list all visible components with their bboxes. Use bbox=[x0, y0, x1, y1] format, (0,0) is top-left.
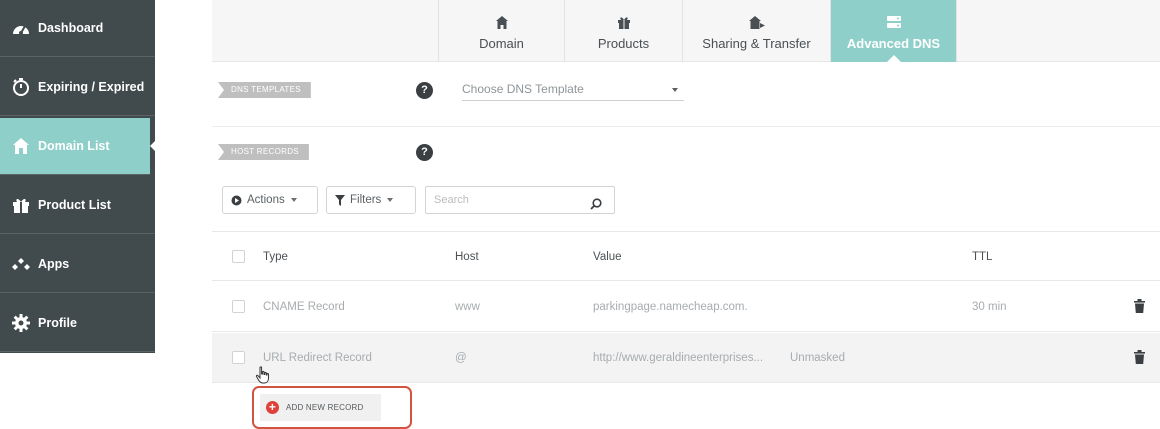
record-ttl: 30 min bbox=[972, 301, 1007, 313]
search-placeholder: Search bbox=[434, 194, 469, 206]
sidebar-item-profile[interactable]: Profile bbox=[0, 295, 155, 352]
actions-dropdown[interactable]: Actions bbox=[222, 186, 318, 214]
plus-circle-icon: + bbox=[266, 401, 279, 414]
home-icon bbox=[495, 15, 508, 29]
stopwatch-icon bbox=[10, 76, 32, 98]
tab-label: Advanced DNS bbox=[846, 36, 941, 51]
record-type: URL Redirect Record bbox=[263, 352, 372, 364]
dns-templates-tag: DNS TEMPLATES bbox=[218, 82, 311, 98]
home-icon bbox=[10, 135, 32, 157]
sidebar-item-label: Product List bbox=[38, 198, 111, 212]
search-input[interactable]: Search bbox=[425, 186, 615, 214]
tab-sharing-transfer[interactable]: Sharing & Transfer bbox=[682, 0, 830, 62]
share-house-icon bbox=[748, 15, 765, 29]
chevron-down-icon bbox=[387, 198, 394, 202]
redirect-type: Unmasked bbox=[790, 352, 845, 364]
tab-divider bbox=[956, 0, 957, 62]
trash-icon[interactable] bbox=[1134, 299, 1145, 318]
sidebar-item-expiring[interactable]: Expiring / Expired bbox=[0, 59, 155, 116]
sidebar-item-label: Domain List bbox=[38, 139, 110, 153]
section-divider bbox=[212, 126, 1160, 127]
host-records-tag: HOST RECORDS bbox=[218, 144, 309, 160]
filters-dropdown[interactable]: Filters bbox=[326, 186, 416, 214]
row-checkbox[interactable] bbox=[232, 351, 245, 364]
chevron-down-icon bbox=[290, 198, 297, 202]
chevron-down-icon bbox=[672, 88, 678, 92]
gear-icon bbox=[10, 312, 32, 334]
record-value: parkingpage.namecheap.com. bbox=[593, 301, 748, 313]
domain-tabs: Domain Products Sharing & Transfer Advan… bbox=[212, 0, 1160, 62]
record-host: @ bbox=[455, 352, 467, 364]
dashboard-gauge-icon bbox=[10, 17, 32, 39]
table-row[interactable]: CNAME Record www parkingpage.namecheap.c… bbox=[212, 282, 1160, 332]
gift-box-icon bbox=[10, 194, 32, 216]
table-header-row: Type Host Value TTL bbox=[212, 231, 1160, 281]
sidebar-item-domain-list[interactable]: Domain List bbox=[0, 118, 158, 175]
tab-advanced-dns[interactable]: Advanced DNS bbox=[830, 0, 956, 62]
dns-management-page: Dashboard Expiring / Expired Domain List… bbox=[0, 0, 1160, 429]
filters-label: Filters bbox=[350, 194, 382, 206]
dns-templates-help-icon[interactable]: ? bbox=[416, 82, 433, 99]
dns-template-select[interactable]: Choose DNS Template bbox=[462, 78, 684, 101]
tab-label: Sharing & Transfer bbox=[702, 36, 811, 51]
filter-funnel-icon bbox=[335, 194, 345, 206]
sidebar-item-label: Dashboard bbox=[38, 21, 104, 35]
tab-label: Domain bbox=[479, 36, 524, 51]
gift-box-icon bbox=[617, 15, 630, 29]
column-header-value[interactable]: Value bbox=[593, 232, 622, 282]
tab-products[interactable]: Products bbox=[564, 0, 682, 62]
add-new-record-button[interactable]: + ADD NEW RECORD bbox=[260, 394, 381, 421]
host-records-help-icon[interactable]: ? bbox=[416, 144, 433, 161]
tab-domain[interactable]: Domain bbox=[438, 0, 564, 62]
sidebar-item-apps[interactable]: Apps bbox=[0, 236, 155, 293]
sidebar-item-product-list[interactable]: Product List bbox=[0, 177, 155, 234]
row-checkbox[interactable] bbox=[232, 300, 245, 313]
column-header-ttl[interactable]: TTL bbox=[972, 232, 992, 282]
column-header-type[interactable]: Type bbox=[263, 232, 288, 282]
sidebar-item-label: Apps bbox=[38, 257, 70, 271]
actions-label: Actions bbox=[247, 194, 285, 206]
sidebar-item-dashboard[interactable]: Dashboard bbox=[0, 0, 155, 57]
actions-icon bbox=[231, 195, 242, 206]
tab-label: Products bbox=[597, 36, 650, 51]
sidebar-item-label: Profile bbox=[38, 316, 77, 330]
select-all-checkbox[interactable] bbox=[232, 250, 245, 263]
trash-icon[interactable] bbox=[1134, 350, 1145, 369]
hand-pointer-cursor-icon bbox=[255, 366, 271, 389]
search-icon[interactable] bbox=[590, 194, 602, 220]
record-type: CNAME Record bbox=[263, 301, 345, 313]
dns-template-select-value: Choose DNS Template bbox=[462, 82, 584, 96]
sidebar-item-label: Expiring / Expired bbox=[38, 80, 145, 94]
table-row[interactable]: URL Redirect Record @ http://www.geraldi… bbox=[212, 333, 1160, 383]
record-host: www bbox=[455, 301, 480, 313]
record-value: http://www.geraldineenterprises... bbox=[593, 352, 764, 364]
sidebar: Dashboard Expiring / Expired Domain List… bbox=[0, 0, 158, 353]
column-header-host[interactable]: Host bbox=[455, 232, 479, 282]
server-icon bbox=[886, 15, 901, 29]
add-new-record-label: ADD NEW RECORD bbox=[286, 403, 364, 412]
apps-diamonds-icon bbox=[10, 253, 32, 275]
